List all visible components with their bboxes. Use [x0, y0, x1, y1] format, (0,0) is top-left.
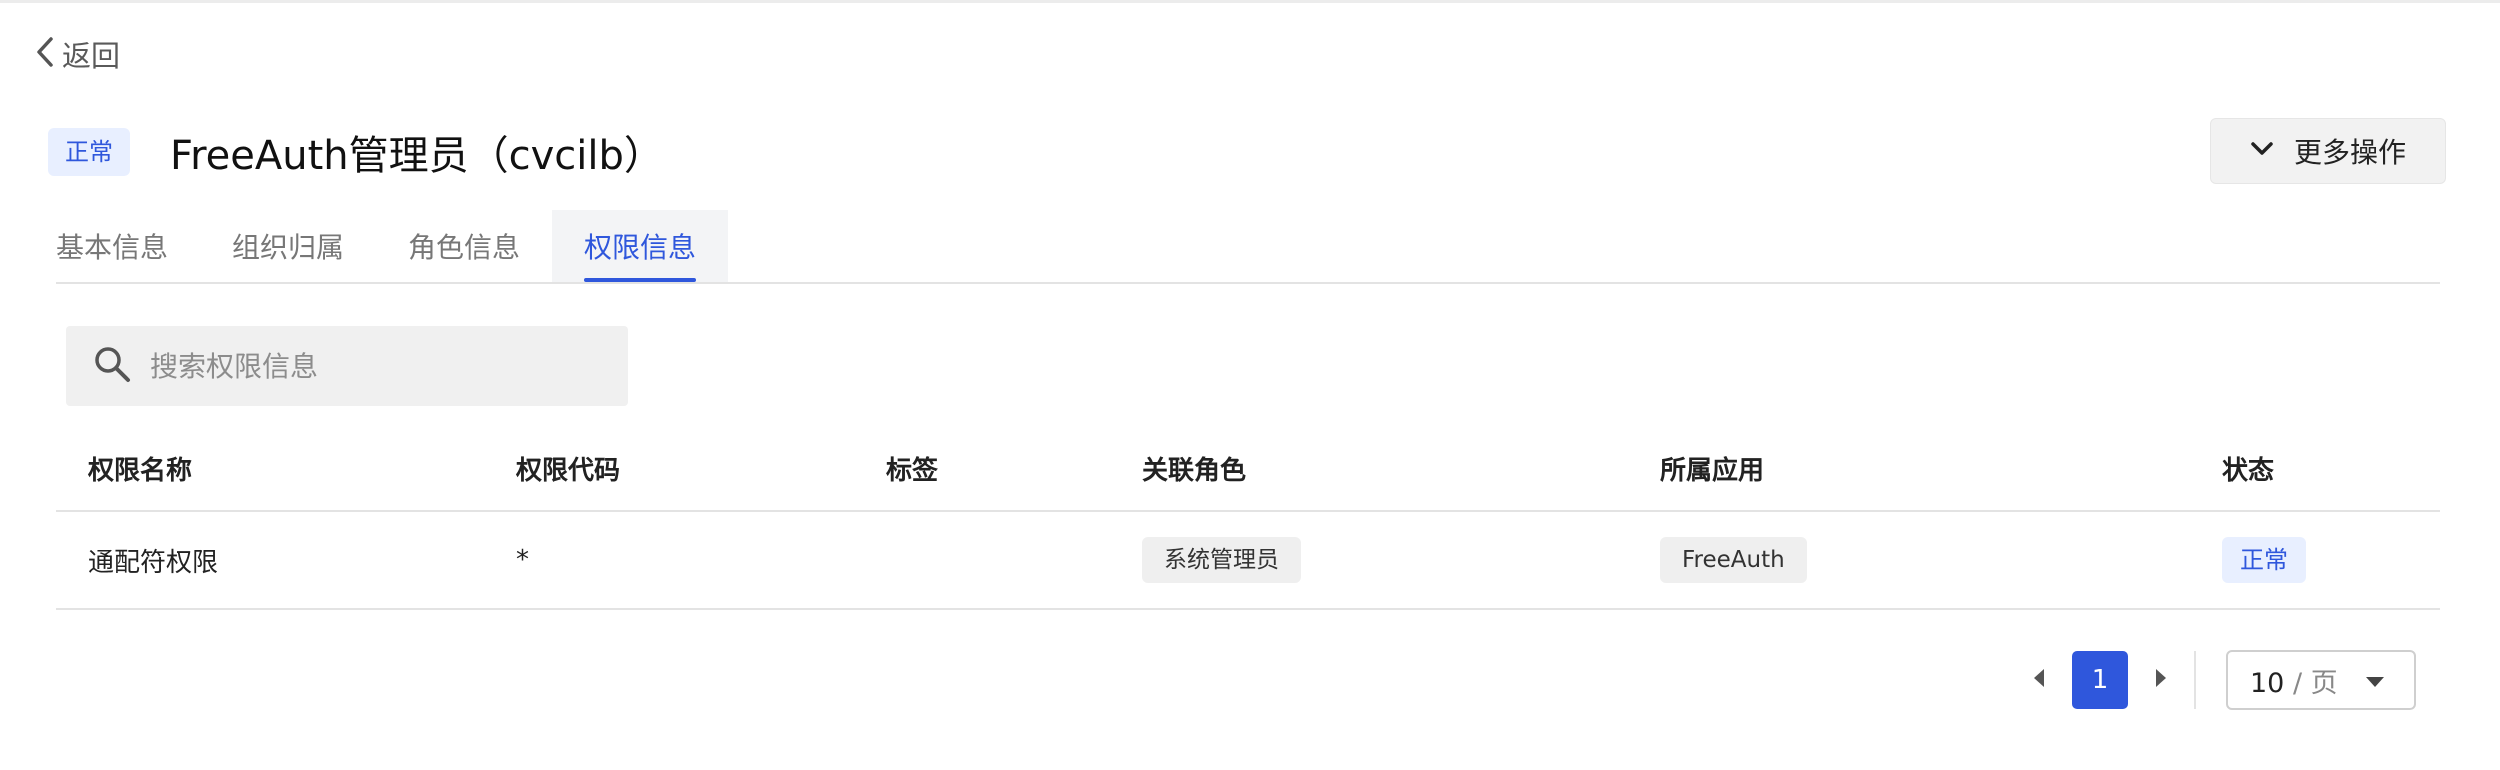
- caret-down-icon: [2364, 665, 2386, 696]
- chevron-left-icon: [34, 35, 56, 73]
- search-icon: [92, 344, 132, 388]
- column-header-app: 所属应用: [1660, 456, 1765, 486]
- column-header-role: 关联角色: [1142, 456, 1247, 486]
- column-header-status: 状态: [2222, 456, 2275, 486]
- more-actions-button[interactable]: 更多操作: [2210, 118, 2446, 184]
- cell-permission-code: *: [516, 545, 529, 575]
- role-chip: 系统管理员: [1142, 537, 1301, 583]
- cell-permission-name: 通配符权限: [88, 547, 219, 578]
- tab-permissions[interactable]: 权限信息: [552, 210, 729, 282]
- search-input[interactable]: [150, 349, 590, 383]
- column-header-name: 权限名称: [88, 456, 193, 486]
- tab-bar: 基本信息 组织归属 角色信息 权限信息: [56, 210, 2440, 284]
- column-header-tag: 标签: [886, 456, 939, 486]
- page-size-value: 10 / 页: [2250, 661, 2338, 700]
- search-box[interactable]: [66, 326, 628, 406]
- top-border: [0, 0, 2500, 3]
- prev-page-button[interactable]: [2020, 651, 2058, 709]
- cell-status: 正常: [2222, 512, 2306, 608]
- page-title: FreeAuth管理员（cvcilb）: [170, 133, 664, 179]
- status-badge: 正常: [2222, 537, 2306, 583]
- chevron-down-icon: [2250, 141, 2274, 161]
- permissions-table: 权限名称 权限代码 标签 关联角色 所属应用 状态 通配符权限 * 系统管理员 …: [56, 430, 2440, 610]
- caret-right-icon: [2154, 667, 2168, 693]
- tab-organization[interactable]: 组织归属: [200, 210, 376, 282]
- pagination-divider: [2194, 651, 2196, 709]
- tab-basic-info[interactable]: 基本信息: [56, 210, 200, 282]
- page-size-select[interactable]: 10 / 页: [2226, 650, 2416, 710]
- page-number-current[interactable]: 1: [2072, 651, 2128, 709]
- more-actions-label: 更多操作: [2293, 136, 2406, 169]
- column-header-code: 权限代码: [516, 456, 621, 486]
- cell-role: 系统管理员: [1142, 512, 1301, 608]
- app-chip: FreeAuth: [1660, 537, 1807, 583]
- page-size-separator: /: [2292, 667, 2303, 699]
- next-page-button[interactable]: [2142, 651, 2180, 709]
- cell-app: FreeAuth: [1660, 512, 1807, 608]
- pagination: 1 10 / 页: [2020, 648, 2416, 712]
- tab-roles[interactable]: 角色信息: [376, 210, 552, 282]
- table-row[interactable]: 通配符权限 * 系统管理员 FreeAuth 正常: [56, 512, 2440, 610]
- back-button[interactable]: 返回: [34, 34, 120, 74]
- status-badge: 正常: [48, 128, 130, 176]
- back-label: 返回: [62, 39, 121, 73]
- page-size-number: 10: [2250, 667, 2285, 699]
- page-header: 正常 FreeAuth管理员（cvcilb） 更多操作: [48, 118, 2446, 186]
- table-header: 权限名称 权限代码 标签 关联角色 所属应用 状态: [56, 430, 2440, 512]
- caret-left-icon: [2032, 667, 2046, 693]
- page-size-unit: 页: [2310, 667, 2338, 699]
